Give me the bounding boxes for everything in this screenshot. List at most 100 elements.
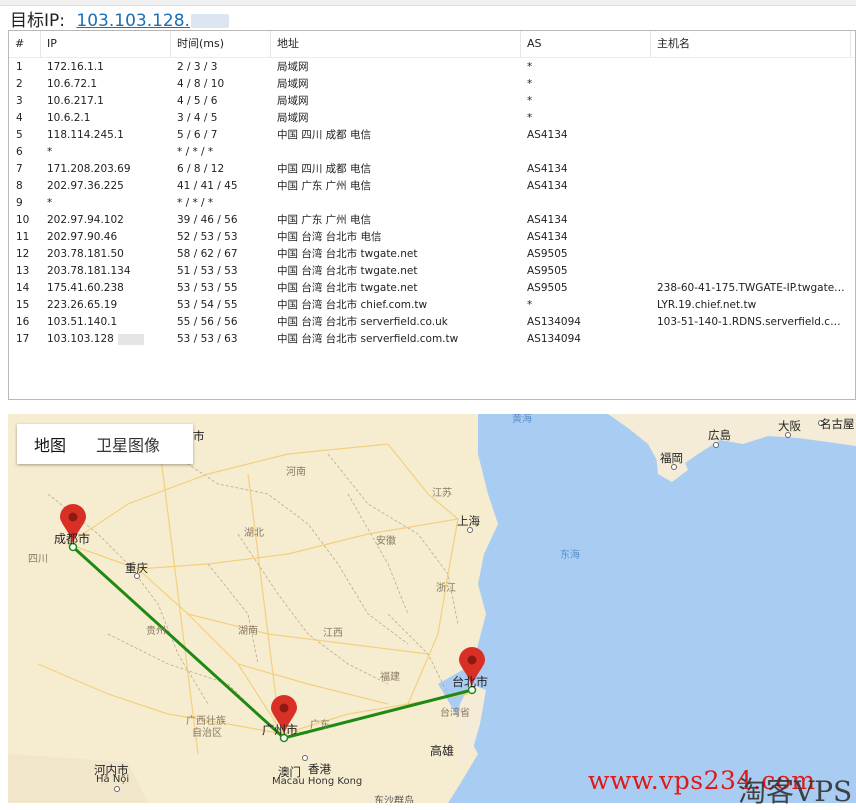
header-hop[interactable]: # xyxy=(9,31,41,57)
table-body: 1 172.16.1.1 2 / 3 / 3 局域网 * 2 10.6.72.1 4 / 8 … xyxy=(9,59,855,348)
map-label-guizhou: 贵州 xyxy=(146,626,166,637)
header-hostname[interactable]: 主机名 xyxy=(651,31,851,57)
table-row[interactable]: 5 118.114.245.1 5 / 6 / 7 中国 四川 成都 电信 AS4134 xyxy=(9,127,855,144)
header-as[interactable]: AS xyxy=(521,31,651,57)
cell-address: 中国 台湾 台北市 twgate.net xyxy=(277,282,418,294)
cell-as: * xyxy=(527,61,533,73)
cell-ip: * xyxy=(47,197,53,209)
map-label-taipei: 台北市 xyxy=(452,675,489,689)
table-row[interactable]: 12 203.78.181.50 58 / 62 / 67 中国 台湾 台北市 twg… xyxy=(9,246,855,263)
table-row[interactable]: 3 10.6.217.1 4 / 5 / 6 局域网 * xyxy=(9,93,855,110)
target-ip-link[interactable]: 103.103.128. xyxy=(76,11,190,31)
cell-time: 4 / 5 / 6 xyxy=(177,95,218,107)
hanoi-dot xyxy=(114,786,120,792)
cell-as: * xyxy=(527,112,533,124)
cell-time: * / * / * xyxy=(177,146,214,158)
map-label-east-sea: 东海 xyxy=(560,550,580,561)
cell-ip: 171.208.203.69 xyxy=(47,163,131,175)
cell-ip: 202.97.36.225 xyxy=(47,180,124,192)
table-row[interactable]: 13 203.78.181.134 51 / 53 / 53 中国 台湾 台北市 tw… xyxy=(9,263,855,280)
table-row[interactable]: 7 171.208.203.69 6 / 8 / 12 中国 四川 成都 电信 AS41… xyxy=(9,161,855,178)
cell-time: 3 / 4 / 5 xyxy=(177,112,218,124)
map-tab-satellite[interactable]: 卫星图像 xyxy=(79,432,173,456)
map-label-hanoi-en: Hà Nội xyxy=(96,774,130,785)
table-row[interactable]: 15 223.26.65.19 53 / 54 / 55 中国 台湾 台北市 chie… xyxy=(9,297,855,314)
header-ip[interactable]: IP xyxy=(41,31,171,57)
masked-ip-suffix xyxy=(118,334,144,345)
cell-address: 中国 台湾 台北市 serverfield.com.tw xyxy=(277,333,459,345)
cell-ip: 175.41.60.238 xyxy=(47,282,124,294)
map-label-sichuan: 四川 xyxy=(28,554,48,565)
cell-ip: 202.97.90.46 xyxy=(47,231,118,243)
cell-hop: 5 xyxy=(16,129,23,141)
cell-ip: 103.103.128 xyxy=(47,333,114,345)
cell-time: * / * / * xyxy=(177,197,214,209)
map-label-dongsha: 东沙群岛 xyxy=(374,796,414,803)
cell-address: 中国 台湾 台北市 twgate.net xyxy=(277,248,418,260)
cell-address: 中国 台湾 台北市 twgate.net xyxy=(277,265,418,277)
cell-ip: 203.78.181.134 xyxy=(47,265,131,277)
table-row[interactable]: 16 103.51.140.1 55 / 56 / 56 中国 台湾 台北市 serv… xyxy=(9,314,855,331)
cell-time: 53 / 54 / 55 xyxy=(177,299,238,311)
cell-hop: 7 xyxy=(16,163,23,175)
map-label-yellow-sea: 黄海 xyxy=(512,414,532,425)
map-label-hongkong: 香港 xyxy=(308,762,331,776)
cell-hop: 16 xyxy=(16,316,30,328)
cell-ip: 172.16.1.1 xyxy=(47,61,104,73)
cell-address: 中国 四川 成都 电信 xyxy=(277,129,372,141)
cell-as: AS4134 xyxy=(527,180,568,192)
cell-address: 中国 台湾 台北市 chief.com.tw xyxy=(277,299,428,311)
cell-as: AS4134 xyxy=(527,214,568,226)
map-label-nagoya: 名古屋 xyxy=(820,417,855,431)
table-row[interactable]: 1 172.16.1.1 2 / 3 / 3 局域网 * xyxy=(9,59,855,76)
cell-ip: 223.26.65.19 xyxy=(47,299,118,311)
map-label-guangzhou: 广州市 xyxy=(262,723,299,737)
cell-address: 中国 台湾 台北市 电信 xyxy=(277,231,382,243)
cell-hostname: 103-51-140-1.RDNS.serverfield.com... xyxy=(657,316,845,328)
map-label-fukuoka: 福岡 xyxy=(660,451,683,465)
cell-as: * xyxy=(527,78,533,90)
cell-ip: 10.6.72.1 xyxy=(47,78,98,90)
cell-hop: 4 xyxy=(16,112,23,124)
map-label-chengdu: 成都市 xyxy=(54,532,91,546)
header-address[interactable]: 地址 xyxy=(271,31,521,57)
header-time[interactable]: 时间(ms) xyxy=(171,31,271,57)
cell-time: 51 / 53 / 53 xyxy=(177,265,238,277)
table-row[interactable]: 4 10.6.2.1 3 / 4 / 5 局域网 * xyxy=(9,110,855,127)
route-map[interactable]: 地图 卫星图像 市 成都市 广州市 台北市 重庆 上海 高雄 香港 澳门 Mac… xyxy=(8,414,856,803)
cell-ip: 103.51.140.1 xyxy=(47,316,118,328)
table-row[interactable]: 8 202.97.36.225 41 / 41 / 45 中国 广东 广州 电信 AS4… xyxy=(9,178,855,195)
cell-time: 4 / 8 / 10 xyxy=(177,78,225,90)
cell-time: 53 / 53 / 63 xyxy=(177,333,238,345)
cell-time: 2 / 3 / 3 xyxy=(177,61,218,73)
cell-hop: 17 xyxy=(16,333,30,345)
cell-as: AS134094 xyxy=(527,333,581,345)
cell-hop: 9 xyxy=(16,197,23,209)
table-row[interactable]: 9 * * / * / * xyxy=(9,195,855,212)
cell-address: 局域网 xyxy=(277,61,309,73)
watermark-brand: 淘客VPS xyxy=(738,775,853,808)
map-label-macau-hk-en: Macau Hong Kong xyxy=(272,776,363,787)
cell-time: 39 / 46 / 56 xyxy=(177,214,238,226)
cell-hop: 11 xyxy=(16,231,30,243)
cell-ip: 10.6.217.1 xyxy=(47,95,104,107)
cell-hop: 6 xyxy=(16,146,23,158)
table-row[interactable]: 14 175.41.60.238 53 / 53 / 55 中国 台湾 台北市 twg… xyxy=(9,280,855,297)
cell-hop: 3 xyxy=(16,95,23,107)
masked-ip-suffix xyxy=(190,14,229,28)
target-ip-line: 目标IP: 103.103.128. xyxy=(10,6,229,31)
cell-hop: 14 xyxy=(16,282,30,294)
cell-ip: 202.97.94.102 xyxy=(47,214,124,226)
table-row[interactable]: 6 * * / * / * xyxy=(9,144,855,161)
map-type-toggle: 地图 卫星图像 xyxy=(17,424,193,464)
table-row[interactable]: 11 202.97.90.46 52 / 53 / 53 中国 台湾 台北市 电信 AS… xyxy=(9,229,855,246)
cell-as: AS4134 xyxy=(527,231,568,243)
map-label-chongqing: 重庆 xyxy=(125,561,148,575)
table-row[interactable]: 17 103.103.128 53 / 53 / 63 中国 台湾 台北市 serve… xyxy=(9,331,855,348)
table-row[interactable]: 2 10.6.72.1 4 / 8 / 10 局域网 * xyxy=(9,76,855,93)
cell-time: 58 / 62 / 67 xyxy=(177,248,238,260)
map-label-jiangxi: 江西 xyxy=(323,628,343,639)
table-header: # IP 时间(ms) 地址 AS 主机名 xyxy=(9,31,855,58)
map-tab-roadmap[interactable]: 地图 xyxy=(17,432,79,456)
table-row[interactable]: 10 202.97.94.102 39 / 46 / 56 中国 广东 广州 电信 AS… xyxy=(9,212,855,229)
